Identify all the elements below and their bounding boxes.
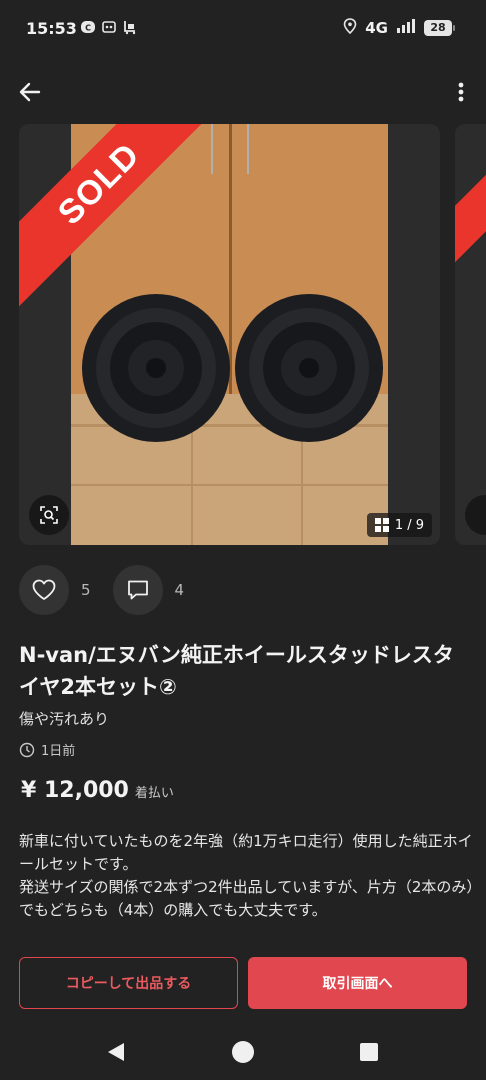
next-photo-card[interactable] [455,124,486,545]
photo-card[interactable]: SOLD 1 / 9 [19,124,440,545]
back-arrow-icon[interactable] [16,78,44,106]
item-condition: 傷や汚れあり [19,710,110,728]
posted-time-text: 1日前 [41,744,76,759]
status-bar: 15:53 C 4G 28 [0,0,486,58]
description-line: 新車に付いていたものを2年強（約1万キロ走行）使用した純正ホイールセットです。 [19,832,473,873]
item-description: 新車に付いていたものを2年強（約1万キロ走行）使用した純正ホイールセットです。 … [19,830,474,922]
description-line: 発送サイズの関係で2本ずつ2件出品していますが、片方（2本のみ）でもどちらも（4… [19,878,474,919]
price-amount: ¥ 12,000 [21,778,129,803]
status-time: 15:53 [26,19,77,38]
game-icon [101,19,117,35]
shipping-method: 着払い [134,786,174,801]
comment-count: 4 [174,581,185,599]
notification-icons: C [80,19,138,35]
item-title: N-van/エヌバン純正ホイールスタッドレスタイヤ2本セット② [19,643,454,699]
next-sold-ribbon [455,140,486,268]
status-indicators: 4G 28 [343,18,455,38]
clock-icon [19,742,35,757]
comment-icon [127,580,148,600]
signal-icon [396,18,416,38]
line-notification-icon: C [80,19,96,35]
system-home-icon[interactable] [232,1041,254,1063]
more-options-icon[interactable] [454,78,468,106]
photo-counter-text: 1 / 9 [394,517,424,533]
like-button[interactable] [19,565,69,615]
shopping-icon [122,19,138,35]
engagement-row: 5 4 [19,565,206,615]
network-type: 4G [365,19,388,37]
system-nav-bar [0,1024,486,1080]
comment-button[interactable] [112,565,163,615]
zoom-button[interactable] [29,495,69,535]
next-zoom-button [465,495,486,535]
photo-counter[interactable]: 1 / 9 [366,513,432,537]
copy-listing-button[interactable]: コピーして出品する [19,957,238,1009]
go-to-trade-button[interactable]: 取引画面へ [248,957,467,1009]
system-back-icon[interactable] [105,1041,127,1063]
system-recents-icon[interactable] [360,1043,378,1061]
battery-icon: 28 [424,20,455,36]
grid-icon [374,518,389,532]
like-count: 5 [81,581,91,599]
posted-time: 1日前 [19,740,75,759]
svg-text:C: C [85,24,91,33]
price-block: ¥ 12,000 着払い [21,778,174,803]
top-nav [0,70,486,114]
bottom-action-bar: コピーして出品する 取引画面へ [19,957,467,1009]
heart-icon [32,579,56,600]
zoom-icon [40,506,58,524]
photo-carousel[interactable]: SOLD 1 / 9 [0,124,486,545]
location-icon [343,18,357,38]
